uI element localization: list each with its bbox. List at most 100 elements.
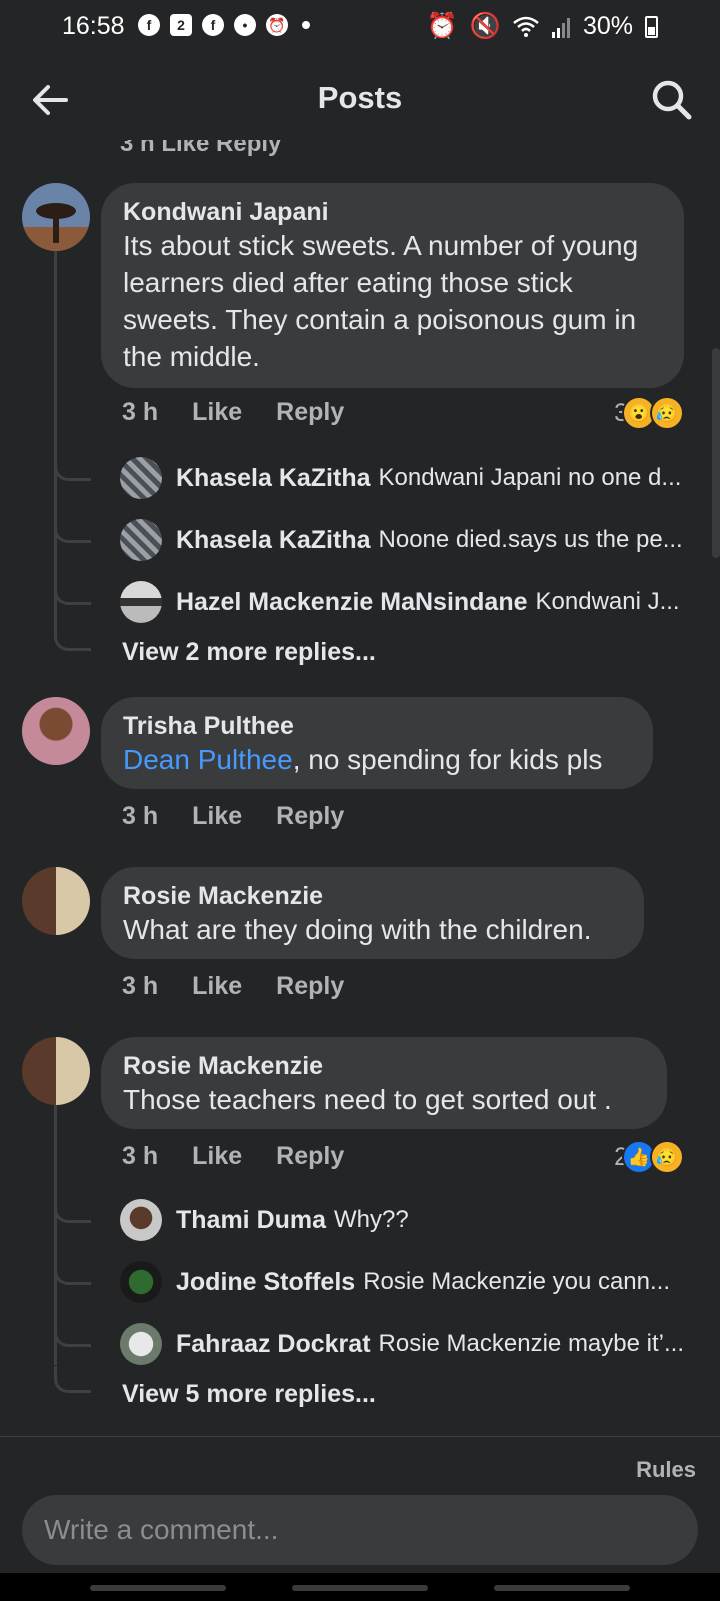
- reply-preview[interactable]: Khasela KaZitha Noone died.says us the p…: [120, 518, 690, 562]
- comment-text-body: , no spending for kids pls: [292, 744, 603, 775]
- rules-link[interactable]: Rules: [636, 1457, 696, 1483]
- thread-connector: [54, 576, 91, 605]
- comment-bubble[interactable]: Rosie Mackenzie What are they doing with…: [101, 867, 644, 959]
- avatar: [120, 1323, 162, 1365]
- reply-button[interactable]: Reply: [276, 972, 344, 1001]
- comment-time: 3 h: [122, 1142, 159, 1170]
- comment-text: What are they doing with the children.: [123, 914, 592, 945]
- status-bar: 16:58 f 2 f • ⏰ ⏰ 🔇 30%: [0, 0, 720, 52]
- comment-text: Its about stick sweets. A number of youn…: [123, 230, 639, 372]
- thread-connector: [54, 624, 91, 651]
- reply-author: Jodine Stoffels: [176, 1267, 356, 1296]
- comment-actions: 3 h Like Reply: [122, 802, 344, 831]
- mute-icon: 🔇: [469, 12, 501, 40]
- avatar: [120, 519, 162, 561]
- reply-button[interactable]: Reply: [276, 1142, 344, 1171]
- like-button[interactable]: Like: [192, 1142, 242, 1171]
- comment-text: Those teachers need to get sorted out .: [123, 1084, 612, 1115]
- reply-text: Noone died.says us the pe...: [378, 526, 683, 553]
- mention-link[interactable]: Dean Pulthee: [123, 744, 293, 775]
- avatar: [120, 1199, 162, 1241]
- reply-text: Why??: [334, 1206, 409, 1233]
- facebook-notification-icon: f: [202, 14, 224, 36]
- reply-author: Hazel Mackenzie MaNsindane: [176, 587, 528, 616]
- reply-preview[interactable]: Khasela KaZitha Kondwani Japani no one d…: [120, 456, 690, 500]
- comment-bubble[interactable]: Trisha Pulthee Dean Pulthee, no spending…: [101, 697, 653, 789]
- avatar[interactable]: [22, 697, 90, 765]
- avatar[interactable]: [22, 867, 90, 935]
- reply-text: Kondwani J...: [535, 588, 680, 615]
- alarm-notification-icon: ⏰: [266, 14, 288, 36]
- like-button[interactable]: Like: [192, 398, 242, 427]
- system-nav-bar: [0, 1573, 720, 1601]
- wifi-icon: [513, 16, 539, 37]
- thread-connector: [54, 1194, 91, 1223]
- reaction-summary[interactable]: 2 👍 😥: [614, 1140, 684, 1174]
- comment-footer: Rules: [0, 1436, 720, 1601]
- reaction-summary[interactable]: 3 😮 😥: [614, 396, 684, 430]
- comment-author[interactable]: Rosie Mackenzie: [123, 881, 622, 911]
- thread-connector: [54, 1256, 91, 1285]
- comment-input[interactable]: [22, 1495, 698, 1565]
- nav-recents-button[interactable]: [90, 1585, 226, 1591]
- notification-icons: f 2 f • ⏰: [138, 14, 310, 36]
- comments-feed[interactable]: 3 h Like Reply Kondwani Japani Its about…: [0, 140, 720, 1436]
- comment-time: 3 h: [122, 972, 159, 1000]
- view-more-replies-link[interactable]: View 5 more replies...: [122, 1380, 376, 1409]
- reply-button[interactable]: Reply: [276, 398, 344, 427]
- reply-button[interactable]: Reply: [276, 802, 344, 831]
- nav-back-button[interactable]: [494, 1585, 630, 1591]
- comment-author[interactable]: Kondwani Japani: [123, 197, 662, 227]
- thread-connector: [54, 1318, 91, 1347]
- reply-text: Rosie Mackenzie you cann...: [363, 1268, 671, 1295]
- comment-composer[interactable]: [22, 1495, 698, 1565]
- app-notification-icon: •: [234, 14, 256, 36]
- partial-comment-actions: 3 h Like Reply: [120, 140, 282, 157]
- avatar: [120, 457, 162, 499]
- reply-author: Thami Duma: [176, 1205, 327, 1234]
- avatar[interactable]: [22, 183, 90, 251]
- battery-icon: [645, 15, 658, 38]
- reply-preview[interactable]: Hazel Mackenzie MaNsindane Kondwani J...: [120, 580, 690, 624]
- thread-connector: [54, 452, 91, 481]
- reply-preview[interactable]: Thami Duma Why??: [120, 1198, 690, 1242]
- avatar: [120, 1261, 162, 1303]
- nav-home-button[interactable]: [292, 1585, 428, 1591]
- comment-text: Dean Pulthee, no spending for kids pls: [123, 741, 631, 778]
- avatar[interactable]: [22, 1037, 90, 1105]
- app-bar: Posts: [0, 60, 720, 140]
- reply-author: Fahraaz Dockrat: [176, 1329, 371, 1358]
- signal-icon: [551, 17, 570, 38]
- reply-text: Rosie Mackenzie maybe it’...: [378, 1330, 684, 1357]
- comment-time: 3 h: [122, 398, 159, 426]
- reply-preview[interactable]: Fahraaz Dockrat Rosie Mackenzie maybe it…: [120, 1322, 690, 1366]
- scrollbar[interactable]: [712, 348, 720, 558]
- system-icons: ⏰ 🔇 30%: [427, 12, 658, 41]
- baobab-tree-avatar-icon: [22, 183, 90, 251]
- comment-bubble[interactable]: Kondwani Japani Its about stick sweets. …: [101, 183, 684, 388]
- comment-author[interactable]: Trisha Pulthee: [123, 711, 631, 741]
- comment-author[interactable]: Rosie Mackenzie: [123, 1051, 645, 1081]
- reply-preview[interactable]: Jodine Stoffels Rosie Mackenzie you cann…: [120, 1260, 690, 1304]
- comment-actions: 3 h Like Reply: [122, 1142, 344, 1171]
- reply-author: Khasela KaZitha: [176, 463, 371, 492]
- comment-time: 3 h: [122, 802, 159, 830]
- avatar: [120, 581, 162, 623]
- comment-bubble[interactable]: Rosie Mackenzie Those teachers need to g…: [101, 1037, 667, 1129]
- like-button[interactable]: Like: [192, 972, 242, 1001]
- like-button[interactable]: Like: [192, 802, 242, 831]
- battery-percent: 30%: [582, 12, 633, 40]
- view-more-replies-link[interactable]: View 2 more replies...: [122, 638, 376, 667]
- alarm-icon: ⏰: [426, 12, 458, 40]
- facebook-notification-icon: f: [138, 14, 160, 36]
- sad-reaction-icon: 😥: [650, 1140, 684, 1174]
- search-icon[interactable]: [650, 78, 694, 122]
- reply-author: Khasela KaZitha: [176, 525, 371, 554]
- thread-line: [54, 250, 57, 630]
- comment-actions: 3 h Like Reply: [122, 972, 344, 1001]
- status-time: 16:58: [62, 12, 125, 40]
- sad-reaction-icon: 😥: [650, 396, 684, 430]
- calendar-notification-icon: 2: [170, 14, 192, 36]
- more-notifications-dot: [302, 21, 310, 29]
- page-title: Posts: [317, 80, 403, 115]
